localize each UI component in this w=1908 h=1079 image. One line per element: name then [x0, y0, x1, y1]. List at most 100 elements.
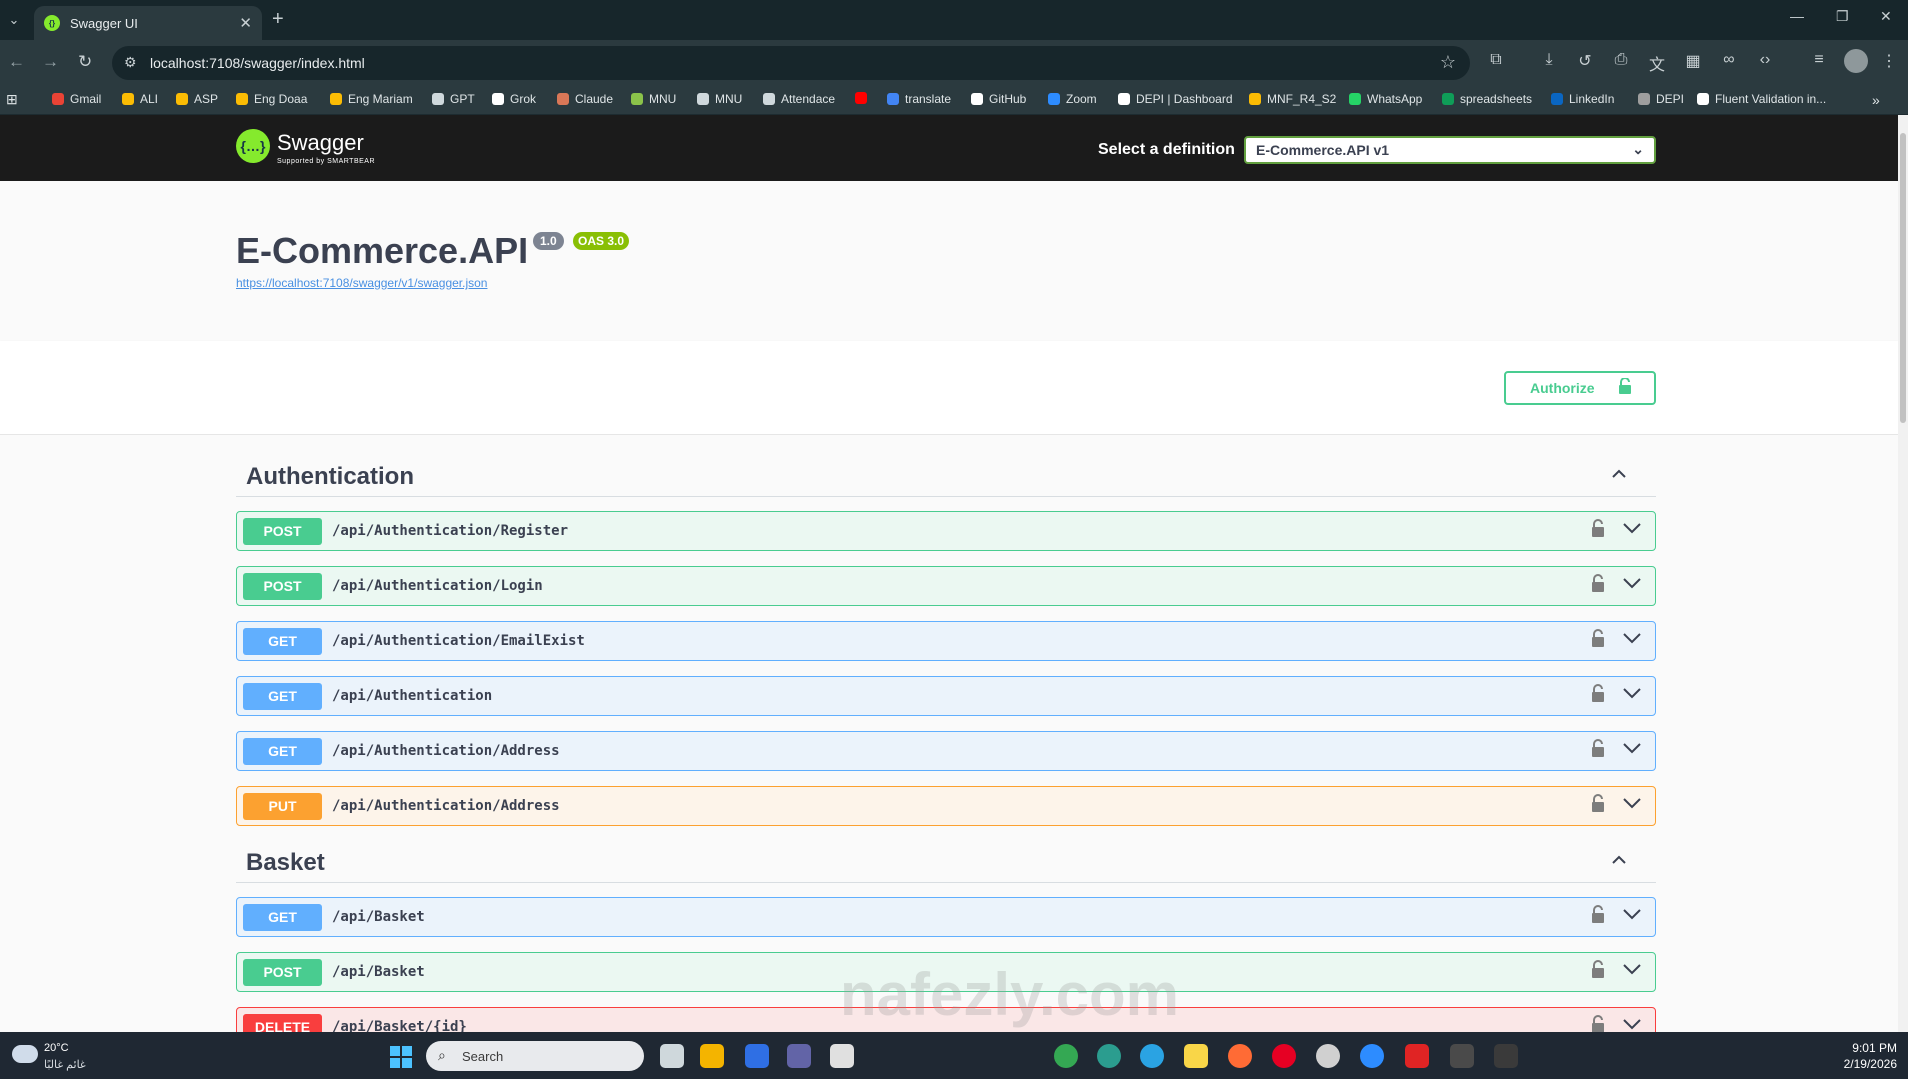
- bookmark-item[interactable]: Claude: [557, 92, 613, 106]
- apps-grid-icon[interactable]: ⊞: [6, 91, 18, 108]
- bookmark-item[interactable]: MNU: [631, 92, 676, 106]
- bookmark-item[interactable]: DEPI: [1638, 92, 1684, 106]
- operation-row[interactable]: GET /api/Authentication: [236, 676, 1656, 716]
- reading-list-icon[interactable]: ≡: [1808, 51, 1830, 69]
- bookmark-item[interactable]: GitHub: [971, 92, 1026, 106]
- bookmark-item[interactable]: MNF_R4_S2: [1249, 92, 1336, 106]
- bookmark-item[interactable]: WhatsApp: [1349, 92, 1422, 106]
- wps-office-icon[interactable]: [1405, 1044, 1429, 1068]
- chevron-down-icon[interactable]: [1623, 796, 1641, 810]
- swagger-brand[interactable]: Swagger: [277, 130, 364, 156]
- teams-icon[interactable]: [787, 1044, 811, 1068]
- terminal-icon[interactable]: [1494, 1044, 1518, 1068]
- download-icon[interactable]: ⤓: [1538, 51, 1560, 69]
- spec-url-link[interactable]: https://localhost:7108/swagger/v1/swagge…: [236, 276, 487, 290]
- chevron-down-icon[interactable]: [1623, 576, 1641, 590]
- taskbar-date[interactable]: 2/19/2026: [1830, 1057, 1897, 1071]
- cloud-icon[interactable]: [12, 1045, 38, 1063]
- bookmark-item[interactable]: Fluent Validation in...: [1697, 92, 1826, 106]
- page-scrollbar[interactable]: [1898, 115, 1908, 1032]
- lock-icon[interactable]: [1591, 629, 1605, 647]
- tab-close-icon[interactable]: ✕: [239, 14, 252, 32]
- window-minimize-button[interactable]: —: [1790, 8, 1804, 24]
- print-icon[interactable]: ⎙: [1610, 51, 1632, 69]
- visual-studio-code-icon[interactable]: [745, 1044, 769, 1068]
- bookmark-item[interactable]: MNU: [697, 92, 742, 106]
- lock-icon[interactable]: [1591, 739, 1605, 757]
- lock-icon[interactable]: [1591, 684, 1605, 702]
- code-icon[interactable]: ‹›: [1754, 51, 1776, 69]
- chevron-down-icon[interactable]: [1623, 686, 1641, 700]
- bookmark-item[interactable]: spreadsheets: [1442, 92, 1532, 106]
- back-arrow-icon[interactable]: ←: [8, 52, 25, 72]
- link-icon[interactable]: ∞: [1718, 51, 1740, 69]
- bookmark-item[interactable]: ALI: [122, 92, 158, 106]
- bookmark-item[interactable]: translate: [887, 92, 951, 106]
- app-icon[interactable]: [1450, 1044, 1474, 1068]
- browser-menu-icon[interactable]: ⋮: [1878, 51, 1900, 71]
- bookmark-item[interactable]: Attendace: [763, 92, 835, 106]
- bookmark-item[interactable]: DEPI | Dashboard: [1118, 92, 1233, 106]
- scrollbar-thumb[interactable]: [1900, 133, 1906, 423]
- chevron-down-icon[interactable]: [1623, 1017, 1641, 1031]
- more-bookmarks-icon[interactable]: »: [1872, 92, 1880, 108]
- zoom-icon[interactable]: [1360, 1044, 1384, 1068]
- new-tab-button[interactable]: +: [272, 8, 284, 31]
- tag-header-authentication[interactable]: Authentication: [236, 457, 1656, 497]
- bookmark-item[interactable]: Grok: [492, 92, 536, 106]
- lock-icon[interactable]: [1591, 1015, 1605, 1032]
- bookmark-item[interactable]: Zoom: [1048, 92, 1097, 106]
- chrome-icon[interactable]: [1054, 1044, 1078, 1068]
- bookmark-item[interactable]: GPT: [432, 92, 475, 106]
- bookmark-item[interactable]: [855, 92, 873, 104]
- postman-icon[interactable]: [1228, 1044, 1252, 1068]
- tag-header-basket[interactable]: Basket: [236, 843, 1656, 883]
- bookmark-item[interactable]: ASP: [176, 92, 218, 106]
- operation-row[interactable]: GET /api/Authentication/Address: [236, 731, 1656, 771]
- lock-icon[interactable]: [1591, 960, 1605, 978]
- taskbar-search-box[interactable]: ⌕ Search: [426, 1041, 644, 1071]
- store-icon[interactable]: [830, 1044, 854, 1068]
- operation-row[interactable]: POST /api/Authentication/Login: [236, 566, 1656, 606]
- definition-select[interactable]: E-Commerce.API v1 ⌄: [1244, 136, 1656, 164]
- qr-code-icon[interactable]: ▦: [1682, 51, 1704, 71]
- address-url[interactable]: localhost:7108/swagger/index.html: [150, 55, 365, 71]
- chevron-down-icon[interactable]: [1623, 521, 1641, 535]
- pinterest-icon[interactable]: [1272, 1044, 1296, 1068]
- chevron-down-icon[interactable]: [1623, 962, 1641, 976]
- taskbar-time[interactable]: 9:01 PM: [1847, 1041, 1897, 1055]
- windows-start-icon[interactable]: [390, 1046, 412, 1068]
- edge-icon[interactable]: [1097, 1044, 1121, 1068]
- extensions-icon[interactable]: ⧉: [1485, 51, 1507, 69]
- bookmark-item[interactable]: Eng Mariam: [330, 92, 413, 106]
- operation-row[interactable]: PUT /api/Authentication/Address: [236, 786, 1656, 826]
- chevron-down-icon[interactable]: [1623, 741, 1641, 755]
- reload-icon[interactable]: ↻: [78, 52, 92, 72]
- site-info-icon[interactable]: ⚙: [124, 54, 137, 71]
- operation-row[interactable]: POST /api/Authentication/Register: [236, 511, 1656, 551]
- bookmark-item[interactable]: Eng Doaa: [236, 92, 307, 106]
- file-explorer-icon[interactable]: [700, 1044, 724, 1068]
- translate-icon[interactable]: 文: [1646, 51, 1668, 75]
- sticky-notes-icon[interactable]: [1184, 1044, 1208, 1068]
- bookmark-item[interactable]: LinkedIn: [1551, 92, 1614, 106]
- forward-arrow-icon[interactable]: →: [42, 52, 59, 72]
- chevron-down-icon[interactable]: [1623, 631, 1641, 645]
- chevron-down-icon[interactable]: [1623, 907, 1641, 921]
- telegram-icon[interactable]: [1140, 1044, 1164, 1068]
- profile-avatar[interactable]: [1844, 49, 1868, 73]
- tab-search-menu-button[interactable]: ⌄: [2, 6, 26, 34]
- task-view-icon[interactable]: [660, 1044, 684, 1068]
- lock-icon[interactable]: [1591, 519, 1605, 537]
- window-restore-button[interactable]: ❐: [1836, 8, 1849, 25]
- browser-tab-swagger[interactable]: {} Swagger UI ✕: [34, 6, 262, 40]
- history-icon[interactable]: ↺: [1574, 51, 1596, 71]
- swagger-logo-icon[interactable]: {…}: [236, 129, 270, 163]
- operation-row[interactable]: GET /api/Basket: [236, 897, 1656, 937]
- authorize-button[interactable]: Authorize: [1504, 371, 1656, 405]
- operation-row[interactable]: GET /api/Authentication/EmailExist: [236, 621, 1656, 661]
- lock-icon[interactable]: [1591, 574, 1605, 592]
- chatgpt-icon[interactable]: [1316, 1044, 1340, 1068]
- bookmark-star-icon[interactable]: ☆: [1440, 52, 1456, 73]
- window-close-button[interactable]: ✕: [1880, 8, 1892, 25]
